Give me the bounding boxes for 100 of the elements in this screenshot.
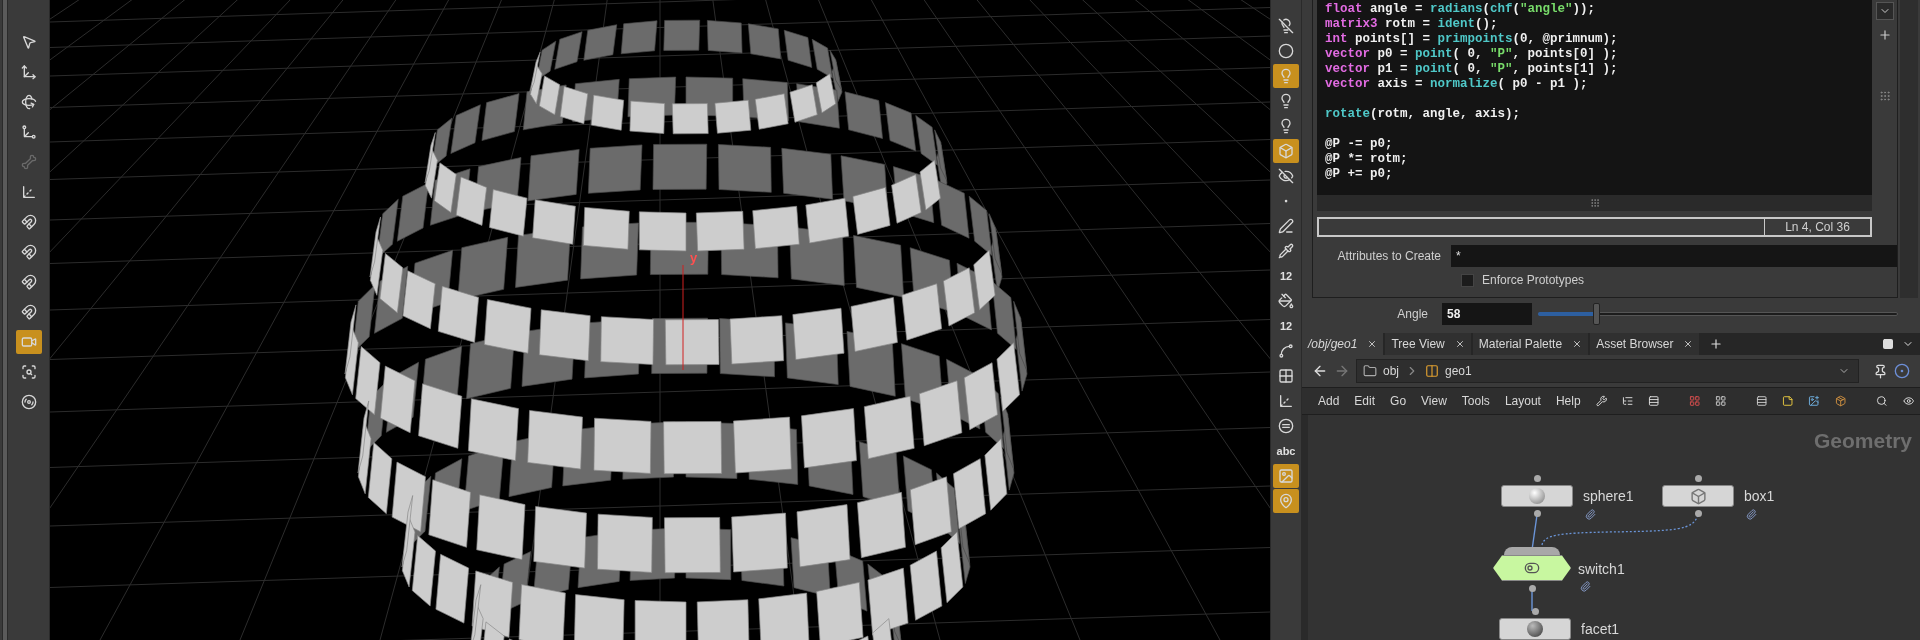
menu-item[interactable]: View <box>1421 392 1447 410</box>
menu-item[interactable]: Help <box>1555 392 1581 410</box>
code-line: matrix3 rotm = ident(); <box>1325 17 1498 32</box>
text-field[interactable]: * <box>1451 245 1897 267</box>
plus-icon[interactable] <box>1877 28 1892 42</box>
code-line: vector axis = normalize( p0 - p1 ); <box>1325 77 1588 92</box>
network-editor[interactable]: Geometry sphere1 box1 switch1 facet1 <box>1302 415 1920 640</box>
tab[interactable]: Tree View <box>1385 333 1471 355</box>
node-label: switch1 <box>1578 560 1625 579</box>
code-line: @P += p0; <box>1325 167 1393 182</box>
tool-button[interactable] <box>15 330 42 354</box>
node-body[interactable] <box>1662 485 1734 507</box>
grip-icon[interactable] <box>1589 198 1600 208</box>
menu-item[interactable]: Tools <box>1461 392 1490 410</box>
node-body[interactable] <box>1499 618 1571 640</box>
checkbox[interactable] <box>1461 273 1474 287</box>
tab[interactable]: Material Palette <box>1472 333 1589 355</box>
tab[interactable]: /obj/geo1 <box>1302 333 1384 355</box>
axes-icon <box>1278 393 1294 409</box>
magnet-icon <box>20 214 37 230</box>
path-segment[interactable]: geo1 <box>1445 362 1472 380</box>
wire <box>1531 590 1533 612</box>
back-icon[interactable] <box>1312 363 1328 379</box>
disc-icon <box>20 394 37 410</box>
slider-thumb[interactable] <box>1592 302 1600 325</box>
tool-button[interactable]: 12 <box>1273 264 1299 288</box>
field-label: Attributes to Create <box>1336 248 1442 265</box>
lightbulb-icon <box>1278 118 1294 134</box>
close-icon[interactable] <box>1683 339 1694 349</box>
code-line: int points[] = primpoints(0, @primnum); <box>1325 32 1618 47</box>
path-segment[interactable]: obj <box>1383 362 1399 380</box>
tool-button[interactable]: 12 <box>1273 314 1299 338</box>
plus-icon[interactable] <box>1709 337 1724 351</box>
paperclip-icon[interactable] <box>1585 509 1596 520</box>
layout-icon[interactable] <box>1715 394 1727 408</box>
cube-icon <box>1689 487 1707 505</box>
menu-item[interactable]: Add <box>1318 392 1340 410</box>
cube-icon <box>1278 143 1294 159</box>
forward-icon[interactable] <box>1334 363 1350 379</box>
magnet-icon <box>20 304 37 320</box>
axes-icon <box>20 184 37 200</box>
code-editor[interactable] <box>1317 0 1872 195</box>
scrollbar[interactable] <box>2 0 8 640</box>
close-icon[interactable] <box>1572 339 1583 349</box>
code-line: rotate(rotm, angle, axis); <box>1325 107 1521 122</box>
axis-label: y <box>690 250 698 265</box>
pin-icon[interactable] <box>1873 363 1888 379</box>
folder-icon <box>1363 364 1377 378</box>
bucket-icon <box>1278 293 1294 309</box>
color-grid-icon[interactable] <box>1688 394 1701 408</box>
pipette-icon <box>1278 243 1294 259</box>
rows-icon[interactable] <box>1648 394 1660 408</box>
search-icon[interactable] <box>1876 394 1888 408</box>
bone-icon <box>20 154 37 170</box>
field-label: Angle <box>1396 305 1429 323</box>
move-icon <box>20 64 37 80</box>
node-label: facet1 <box>1581 620 1620 639</box>
tree-icon[interactable] <box>1622 394 1634 408</box>
path-field[interactable]: obj geo1 <box>1356 359 1859 383</box>
cursor-position: Ln 4, Col 36 <box>1784 219 1851 235</box>
checkbox-label: Enforce Prototypes <box>1482 272 1585 289</box>
magnifier-icon <box>20 364 37 380</box>
curve-icon <box>1278 343 1294 359</box>
code-line: vector p1 = point( 0, "P", points[1] ); <box>1325 62 1618 77</box>
code-line: @P *= rotm; <box>1325 152 1408 167</box>
menu-item[interactable]: Go <box>1390 392 1407 410</box>
grip-icon[interactable] <box>1878 90 1891 102</box>
lightbulb-icon <box>1278 68 1294 84</box>
paperclip-icon[interactable] <box>1746 509 1757 520</box>
tab[interactable]: Asset Browser <box>1590 333 1700 355</box>
node-body[interactable] <box>1501 485 1573 507</box>
image-plus-icon[interactable] <box>1808 394 1820 408</box>
sticky-note-icon[interactable] <box>1782 394 1794 408</box>
rotate-icon <box>20 94 37 110</box>
code-line: vector p0 = point( 0, "P", points[0] ); <box>1325 47 1618 62</box>
scale-icon <box>20 124 37 140</box>
circle-icon <box>1278 418 1294 434</box>
image-icon <box>1278 468 1294 484</box>
dropdown-button[interactable] <box>1875 2 1894 20</box>
magnet-icon <box>20 274 37 290</box>
wrench-icon[interactable] <box>1595 394 1607 408</box>
paperclip-icon[interactable] <box>1580 581 1591 592</box>
square-icon[interactable] <box>1882 338 1894 350</box>
sphere-icon <box>1278 43 1294 59</box>
tool-button[interactable]: abc <box>1273 439 1299 463</box>
context-label: Geometry <box>1813 428 1912 454</box>
slider[interactable] <box>1538 302 1898 325</box>
menu-item[interactable]: Layout <box>1504 392 1541 410</box>
menu-item[interactable]: Edit <box>1354 392 1376 410</box>
magnet-icon <box>20 244 37 260</box>
target-icon[interactable] <box>1894 363 1910 379</box>
grid-icon <box>1278 368 1294 384</box>
close-icon[interactable] <box>1367 339 1378 349</box>
map-pin-icon <box>1278 493 1294 509</box>
pointer-icon <box>20 34 37 50</box>
package-icon[interactable] <box>1834 394 1847 408</box>
close-icon[interactable] <box>1454 339 1465 349</box>
number-field[interactable]: 58 <box>1442 302 1532 325</box>
lightbulb-icon <box>1278 93 1294 109</box>
eye-icon[interactable] <box>1902 394 1915 408</box>
